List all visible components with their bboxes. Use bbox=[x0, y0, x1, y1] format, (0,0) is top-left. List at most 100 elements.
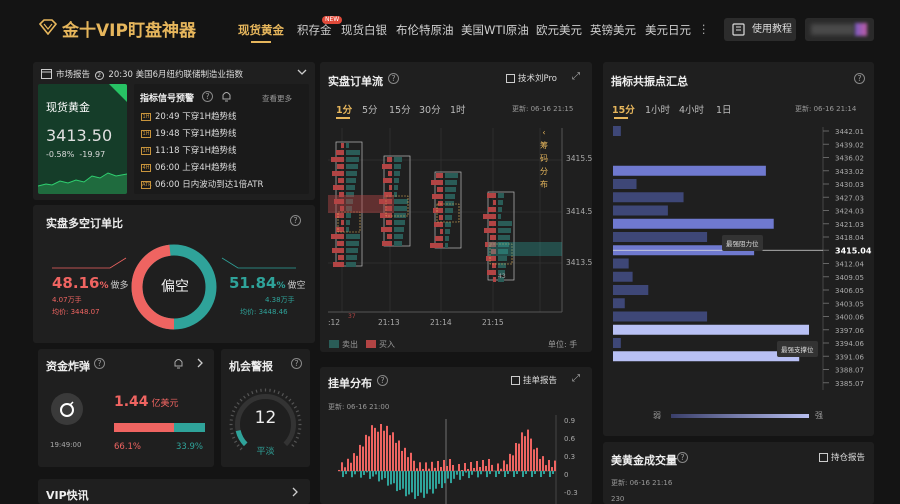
price-band-sell bbox=[488, 242, 562, 256]
bell-icon[interactable] bbox=[221, 90, 232, 102]
gold-change-pct: -0.58% bbox=[46, 150, 75, 159]
help-icon[interactable]: ? bbox=[202, 91, 213, 102]
bid-bar bbox=[374, 427, 376, 471]
ask-bar bbox=[426, 471, 428, 494]
ask-bar bbox=[351, 471, 353, 478]
sell-bar bbox=[445, 215, 452, 220]
see-more-link[interactable]: 查看更多 bbox=[262, 93, 292, 104]
bid-bar bbox=[368, 436, 370, 471]
help-icon[interactable]: ? bbox=[94, 358, 105, 369]
price-label: 3412.04 bbox=[835, 261, 864, 269]
y-tick-label: 0.9 bbox=[564, 417, 575, 425]
chip-distribution-label[interactable]: ‹ 筹码分布 bbox=[538, 126, 550, 191]
more-menu-icon[interactable]: ⋮ bbox=[698, 22, 710, 36]
sell-bar bbox=[445, 194, 455, 199]
price-label: 3406.05 bbox=[835, 287, 864, 295]
bid-bar bbox=[473, 467, 475, 471]
tab-wti-oil[interactable]: 美国WTI原油 bbox=[461, 22, 529, 38]
ask-bar bbox=[393, 471, 395, 484]
user-account[interactable] bbox=[805, 18, 874, 41]
bid-bar bbox=[437, 460, 439, 471]
signal-time: 11:18 bbox=[155, 146, 180, 156]
gold-volume-updated: 更新: 06-16 21:16 bbox=[611, 479, 673, 487]
market-report-ticker[interactable]: 市场报告 2 20:30 美国6月纽约联储制造业指数 bbox=[56, 68, 243, 80]
gold-change-abs: -19.97 bbox=[79, 150, 106, 159]
spot-gold-card[interactable]: 现货黄金 3413.50 -0.58% -19.97 bbox=[38, 84, 127, 194]
tab-brent-oil[interactable]: 布伦特原油 bbox=[396, 22, 454, 38]
bid-bar bbox=[542, 456, 544, 471]
sell-bar bbox=[394, 164, 401, 169]
ask-bar bbox=[435, 471, 437, 489]
bid-bar bbox=[533, 449, 535, 471]
signal-item[interactable]: ATR 06:00 日内波动到达1倍ATR bbox=[141, 178, 263, 190]
signal-item[interactable]: 1H 19:48 下穿1H趋势线 bbox=[141, 127, 237, 139]
vip-news-panel[interactable]: VIP快讯 bbox=[38, 479, 310, 504]
tutorial-button[interactable]: 使用教程 bbox=[724, 18, 796, 41]
long-volume: 4.07万手 bbox=[52, 296, 82, 304]
signal-item[interactable]: 1H 20:49 下穿1H趋势线 bbox=[141, 110, 237, 122]
fund-bomb-title: 资金炸弹 bbox=[46, 360, 90, 373]
bid-bar bbox=[398, 440, 400, 471]
blurred-username bbox=[811, 24, 855, 35]
resonance-bar bbox=[613, 311, 708, 322]
active-tab-indicator bbox=[251, 41, 271, 43]
ask-bar bbox=[399, 471, 401, 490]
buy-bar bbox=[336, 227, 344, 232]
help-icon[interactable]: ? bbox=[677, 452, 688, 463]
buy-bar bbox=[333, 185, 344, 190]
gold-volume-panel: 美黄金成交量 ? 持仓报告 更新: 06-16 21:16 230 bbox=[603, 442, 874, 504]
buy-bar bbox=[341, 220, 344, 225]
help-icon[interactable]: ? bbox=[290, 215, 301, 226]
opportunity-level: 平淡 bbox=[256, 447, 275, 457]
price-label: 3391.06 bbox=[835, 353, 864, 361]
help-icon[interactable]: ? bbox=[291, 358, 302, 369]
buy-bar bbox=[332, 248, 344, 253]
bid-bar bbox=[482, 459, 484, 471]
tab-accumulate-gold[interactable]: 积存金 bbox=[297, 22, 332, 38]
price-label: 3427.03 bbox=[835, 194, 864, 202]
long-avg-price: 均价: 3448.07 bbox=[52, 308, 100, 316]
bid-bar bbox=[419, 462, 421, 471]
sell-bar bbox=[498, 221, 512, 226]
ask-bar bbox=[474, 471, 476, 472]
y-tick-label: -0.3 bbox=[564, 489, 578, 497]
fund-amount: 1.44 亿美元 bbox=[114, 394, 179, 410]
position-report-link[interactable]: 持仓报告 bbox=[819, 451, 865, 463]
bid-bar bbox=[446, 465, 448, 471]
chevron-down-icon[interactable] bbox=[297, 69, 307, 76]
tab-spot-silver[interactable]: 现货白银 bbox=[341, 22, 387, 38]
bid-bar bbox=[440, 466, 442, 471]
ask-bar bbox=[411, 471, 413, 493]
chevron-right-icon[interactable] bbox=[197, 358, 204, 368]
tab-spot-gold[interactable]: 现货黄金 bbox=[238, 22, 284, 38]
price-label: 3397.06 bbox=[835, 327, 864, 335]
resonance-bar bbox=[613, 324, 809, 335]
tab-eurusd[interactable]: 欧元美元 bbox=[536, 22, 582, 38]
resonance-bar bbox=[613, 218, 774, 229]
ask-bar bbox=[465, 471, 467, 473]
ask-bar bbox=[414, 471, 416, 499]
signal-item[interactable]: 1H 11:18 下穿1H趋势线 bbox=[141, 144, 237, 156]
ask-bar bbox=[381, 471, 383, 480]
bell-icon[interactable] bbox=[173, 357, 184, 369]
bid-bar bbox=[527, 429, 529, 471]
diamond-logo-icon bbox=[38, 19, 58, 35]
sell-bar bbox=[394, 157, 402, 162]
y-tick-label: 0.3 bbox=[564, 453, 575, 461]
buy-bar bbox=[387, 234, 392, 239]
signal-item[interactable]: 4H 06:00 上穿4H趋势线 bbox=[141, 161, 237, 173]
ask-bar bbox=[366, 471, 368, 473]
ask-bar bbox=[447, 471, 449, 479]
chevron-right-icon[interactable] bbox=[292, 487, 299, 497]
signal-time: 20:49 bbox=[155, 112, 180, 122]
bid-bar bbox=[512, 455, 514, 471]
ask-bar bbox=[540, 471, 542, 477]
app-title: 金十VIP盯盘神器 bbox=[62, 21, 196, 41]
ask-bar bbox=[468, 471, 470, 479]
gauge-tick bbox=[230, 432, 234, 435]
bid-bar bbox=[554, 460, 556, 471]
tab-gbpusd[interactable]: 英镑美元 bbox=[590, 22, 636, 38]
bid-bar bbox=[503, 460, 505, 471]
sell-bar bbox=[394, 220, 405, 225]
tab-usdjpy[interactable]: 美元日元 bbox=[645, 22, 691, 38]
